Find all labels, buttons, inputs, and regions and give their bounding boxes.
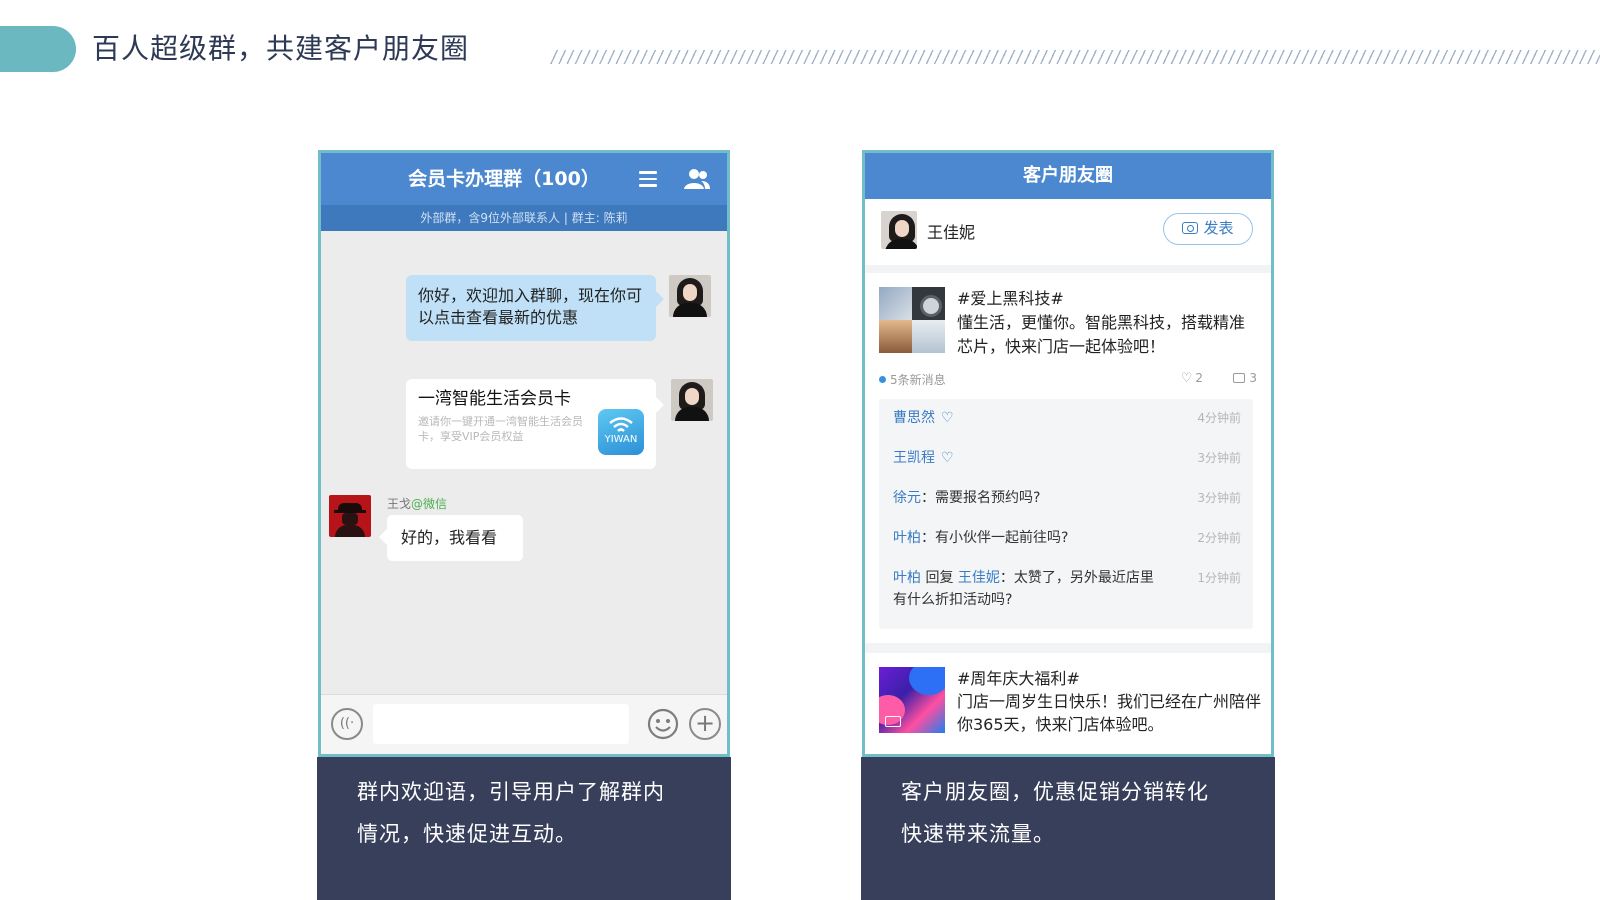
post-content: #爱上黑科技# 懂生活，更懂你。智能黑科技，搭载精准芯片，快来门店一起体验吧！ bbox=[957, 287, 1257, 359]
left-caption-line1: 群内欢迎语，引导用户了解群内 bbox=[357, 780, 665, 804]
heart-icon: ♡ bbox=[1180, 371, 1193, 386]
comment-text: ：需要报名预约吗? bbox=[921, 490, 1041, 506]
plus-icon[interactable]: + bbox=[689, 708, 721, 740]
comment-text: ：有小伙伴一起前往吗? bbox=[921, 530, 1069, 546]
yiwan-logo: YIWAN bbox=[598, 409, 644, 455]
comment-author[interactable]: 叶柏 bbox=[893, 570, 921, 586]
reply-target[interactable]: 王佳妮 bbox=[958, 570, 1000, 586]
comment-row[interactable]: 王凯程 ♡ 3分钟前 bbox=[893, 447, 1241, 469]
message-input[interactable] bbox=[373, 704, 629, 744]
post-video-thumbnail[interactable] bbox=[879, 667, 945, 733]
heart-icon: ♡ bbox=[941, 450, 954, 466]
post-tag-2: #周年庆大福利# bbox=[957, 669, 1080, 688]
emoji-icon[interactable] bbox=[647, 708, 679, 740]
post-button-label: 发表 bbox=[1203, 219, 1234, 237]
accent-pill bbox=[0, 26, 76, 72]
camera-icon bbox=[1182, 222, 1199, 234]
post-tag: #爱上黑科技# bbox=[957, 289, 1064, 308]
owner-avatar-2[interactable] bbox=[671, 379, 713, 421]
owner-avatar[interactable] bbox=[669, 275, 711, 317]
sender-label: 王戈@微信 bbox=[387, 495, 447, 512]
post-content-2: #周年庆大福利# 门店一周岁生日快乐！我们已经在广州陪伴你365天，快来门店体验… bbox=[957, 667, 1261, 736]
moment-post: #爱上黑科技# 懂生活，更懂你。智能黑科技，搭载精准芯片，快来门店一起体验吧！ … bbox=[865, 273, 1271, 643]
post-text: 懂生活，更懂你。智能黑科技，搭载精准芯片，快来门店一起体验吧！ bbox=[957, 313, 1246, 356]
post-text-2: 门店一周岁生日快乐！我们已经在广州陪伴你365天，快来门店体验吧。 bbox=[957, 692, 1262, 734]
comment-count-value: 3 bbox=[1249, 371, 1257, 385]
comment-time: 1分钟前 bbox=[1197, 571, 1241, 585]
video-icon bbox=[885, 716, 901, 727]
moments-phone: 客户朋友圈 王佳妮 发表 #爱上黑科技# 懂生活，更懂你。智能黑科技，搭载精准芯… bbox=[862, 150, 1274, 757]
comment-author[interactable]: 曹思然 bbox=[893, 410, 935, 426]
members-icon[interactable] bbox=[683, 167, 711, 191]
comment-icon bbox=[1233, 373, 1246, 383]
comment-author[interactable]: 叶柏 bbox=[893, 530, 921, 546]
comment-author[interactable]: 王凯程 bbox=[893, 450, 935, 466]
reply-text-line1: ：太赞了，另外最近店里 bbox=[999, 570, 1154, 586]
menu-icon[interactable] bbox=[639, 171, 657, 187]
chat-header: 会员卡办理群（100） bbox=[321, 153, 727, 205]
card-description: 邀请你一键开通一湾智能生活会员卡，享受VIP会员权益 bbox=[418, 415, 583, 443]
decorative-hatch bbox=[550, 50, 1600, 64]
new-dot bbox=[879, 376, 886, 383]
user-name: 王佳妮 bbox=[927, 223, 976, 242]
left-caption-line2: 情况，快速促进互动。 bbox=[357, 822, 577, 846]
post-image-grid[interactable] bbox=[879, 287, 945, 353]
comment-reply-row[interactable]: 叶柏 回复 王佳妮：太赞了，另外最近店里 有什么折扣活动吗? bbox=[893, 567, 1183, 611]
chat-messages: 你好，欢迎加入群聊，现在你可以点击查看最新的优惠 一湾智能生活会员卡 邀请你一键… bbox=[321, 231, 727, 697]
post-meta: 5条新消息 ♡ 2 3 bbox=[879, 371, 1257, 391]
welcome-message: 你好，欢迎加入群聊，现在你可以点击查看最新的优惠 bbox=[406, 275, 664, 341]
wifi-icon bbox=[609, 417, 633, 432]
voice-icon[interactable]: ((· bbox=[331, 708, 363, 740]
post-button[interactable]: 发表 bbox=[1163, 213, 1253, 245]
new-messages[interactable]: 5条新消息 bbox=[890, 373, 946, 387]
left-caption: 群内欢迎语，引导用户了解群内 情况，快速促进互动。 bbox=[317, 757, 731, 900]
comment-time: 4分钟前 bbox=[1197, 411, 1241, 425]
logo-text: YIWAN bbox=[604, 434, 638, 445]
comment-row[interactable]: 叶柏：有小伙伴一起前往吗? 2分钟前 bbox=[893, 527, 1241, 549]
group-chat-phone: 会员卡办理群（100） 外部群，含9位外部联系人 | 群主: 陈莉 你好，欢迎加… bbox=[318, 150, 730, 757]
reply-word: 回复 bbox=[921, 570, 958, 586]
chat-title: 会员卡办理群（100） bbox=[408, 168, 600, 190]
like-count[interactable]: ♡ 2 bbox=[1181, 371, 1203, 386]
sender-source: @微信 bbox=[411, 497, 448, 511]
slide-title: 百人超级群，共建客户朋友圈 bbox=[92, 32, 470, 65]
comment-time: 3分钟前 bbox=[1197, 491, 1241, 505]
chat-subtitle: 外部群，含9位外部联系人 | 群主: 陈莉 bbox=[321, 205, 727, 231]
comment-time: 3分钟前 bbox=[1197, 451, 1241, 465]
membership-card-message[interactable]: 一湾智能生活会员卡 邀请你一键开通一湾智能生活会员卡，享受VIP会员权益 YIW… bbox=[406, 379, 664, 469]
moments-user-bar: 王佳妮 发表 bbox=[865, 199, 1271, 265]
comment-count[interactable]: 3 bbox=[1233, 371, 1257, 385]
chat-input-bar: ((· + bbox=[321, 694, 727, 754]
comment-row[interactable]: 曹思然 ♡ 4分钟前 bbox=[893, 407, 1241, 429]
comment-author[interactable]: 徐元 bbox=[893, 490, 921, 506]
comment-list: 曹思然 ♡ 4分钟前 王凯程 ♡ 3分钟前 徐元：需要报名预约吗? 3分钟前 叶柏：… bbox=[879, 399, 1253, 629]
comment-row[interactable]: 徐元：需要报名预约吗? 3分钟前 bbox=[893, 487, 1241, 509]
heart-icon: ♡ bbox=[941, 410, 954, 426]
card-title: 一湾智能生活会员卡 bbox=[418, 389, 571, 409]
reply-message: 好的，我看看 bbox=[379, 515, 523, 561]
like-count-value: 2 bbox=[1195, 371, 1203, 385]
comment-time: 2分钟前 bbox=[1197, 531, 1241, 545]
right-caption: 客户朋友圈，优惠促销分销转化 快速带来流量。 bbox=[861, 757, 1275, 900]
moment-post-2: #周年庆大福利# 门店一周岁生日快乐！我们已经在广州陪伴你365天，快来门店体验… bbox=[865, 653, 1271, 754]
right-caption-line2: 快速带来流量。 bbox=[901, 822, 1055, 846]
moments-title: 客户朋友圈 bbox=[865, 153, 1271, 199]
user-avatar[interactable] bbox=[881, 211, 917, 249]
reply-text-line2: 有什么折扣活动吗? bbox=[893, 592, 1013, 608]
sender-name: 王戈 bbox=[387, 497, 412, 511]
right-caption-line1: 客户朋友圈，优惠促销分销转化 bbox=[901, 780, 1209, 804]
member-avatar[interactable] bbox=[329, 495, 371, 537]
